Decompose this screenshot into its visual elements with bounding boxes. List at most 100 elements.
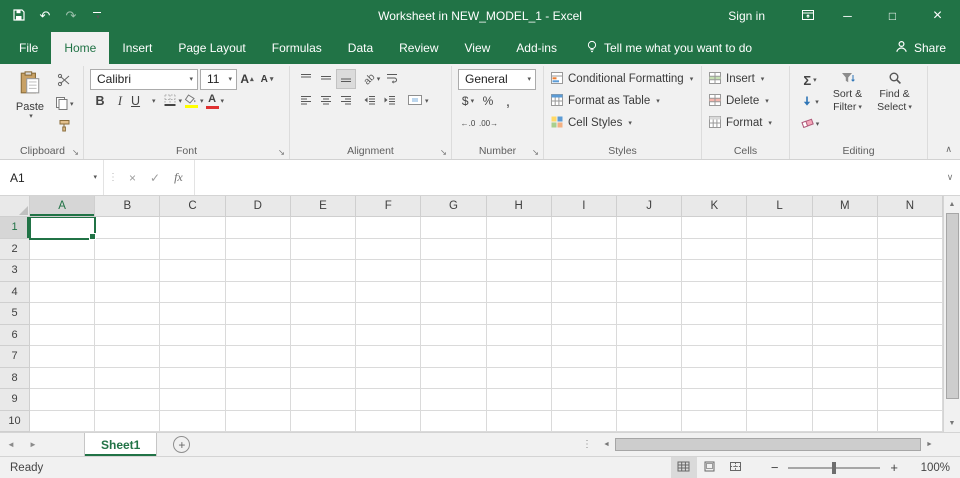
zoom-out-button[interactable]: − (765, 460, 785, 475)
cell-A3[interactable] (30, 260, 96, 282)
row-header-5[interactable]: 5 (0, 303, 30, 325)
cell-D4[interactable] (225, 281, 291, 303)
cell-C8[interactable] (160, 367, 226, 389)
tab-scroll-divider[interactable]: ⋮ (576, 433, 598, 456)
cell-I3[interactable] (551, 260, 617, 282)
cell-C3[interactable] (160, 260, 226, 282)
tab-view[interactable]: View (452, 32, 504, 64)
zoom-in-button[interactable]: + (884, 460, 904, 475)
cell-N6[interactable] (877, 324, 943, 346)
cell-N7[interactable] (877, 346, 943, 368)
cell-N5[interactable] (877, 303, 943, 325)
zoom-level[interactable]: 100% (912, 462, 950, 474)
scroll-down-button[interactable]: ▼ (944, 415, 960, 432)
cell-B5[interactable] (95, 303, 161, 325)
cell-L1[interactable] (747, 217, 813, 239)
decrease-decimal-button[interactable]: .00→ (478, 113, 499, 133)
cell-K9[interactable] (682, 389, 748, 411)
cell-H6[interactable] (486, 324, 552, 346)
horizontal-scrollbar[interactable]: ◄ ► (598, 433, 938, 456)
cell-N8[interactable] (877, 367, 943, 389)
cell-B1[interactable] (95, 217, 161, 239)
cell-C7[interactable] (160, 346, 226, 368)
tab-review[interactable]: Review (386, 32, 451, 64)
column-header-K[interactable]: K (682, 196, 748, 217)
column-header-I[interactable]: I (551, 196, 617, 217)
cell-N10[interactable] (877, 410, 943, 432)
row-header-8[interactable]: 8 (0, 367, 30, 389)
page-break-preview-button[interactable] (723, 457, 749, 478)
cell-J4[interactable] (616, 281, 683, 303)
cell-I5[interactable] (551, 303, 617, 325)
cell-D5[interactable] (225, 303, 291, 325)
cell-E5[interactable] (290, 303, 357, 325)
cell-C5[interactable] (160, 303, 226, 325)
cell-H7[interactable] (486, 346, 552, 368)
column-header-N[interactable]: N (877, 196, 944, 217)
decrease-indent-button[interactable] (360, 91, 380, 111)
cell-J5[interactable] (616, 303, 683, 325)
cell-A2[interactable] (30, 238, 96, 260)
cell-E4[interactable] (290, 281, 357, 303)
cell-H1[interactable] (486, 217, 552, 239)
cell-J3[interactable] (616, 260, 683, 282)
column-header-H[interactable]: H (486, 196, 552, 217)
cell-K7[interactable] (682, 346, 748, 368)
vertical-scroll-thumb[interactable] (945, 213, 959, 399)
decrease-font-size-button[interactable]: A ▾ (257, 69, 277, 89)
fill-color-button[interactable]: ▾ (183, 91, 205, 111)
cell-D9[interactable] (225, 389, 291, 411)
cell-E8[interactable] (290, 367, 357, 389)
cell-D10[interactable] (225, 410, 291, 432)
clipboard-dialog-launcher[interactable]: ↘ (72, 147, 79, 157)
delete-cells-button[interactable]: Delete ▾ (708, 90, 783, 112)
cell-K2[interactable] (682, 238, 748, 260)
row-header-10[interactable]: 10 (0, 410, 30, 432)
tell-me-box[interactable]: Tell me what you want to do (586, 32, 752, 64)
cell-I2[interactable] (551, 238, 617, 260)
row-header-7[interactable]: 7 (0, 346, 30, 368)
align-left-button[interactable] (296, 91, 316, 111)
column-header-A[interactable]: A (30, 196, 96, 217)
cell-N4[interactable] (877, 281, 943, 303)
cell-F8[interactable] (356, 367, 422, 389)
collapse-ribbon-button[interactable]: ∧ (945, 144, 952, 155)
tab-insert[interactable]: Insert (109, 32, 165, 64)
cell-B7[interactable] (95, 346, 161, 368)
cell-J7[interactable] (616, 346, 683, 368)
cell-F2[interactable] (356, 238, 422, 260)
align-center-button[interactable] (316, 91, 336, 111)
cell-H9[interactable] (486, 389, 552, 411)
cut-button[interactable] (54, 71, 75, 91)
cell-L6[interactable] (747, 324, 813, 346)
cell-D3[interactable] (225, 260, 291, 282)
cell-C2[interactable] (160, 238, 226, 260)
cell-H4[interactable] (486, 281, 552, 303)
font-color-button[interactable]: A ▾ (205, 91, 226, 111)
undo-button[interactable]: ↶ (34, 5, 56, 27)
cell-I8[interactable] (551, 367, 617, 389)
cell-B6[interactable] (95, 324, 161, 346)
cell-J10[interactable] (616, 410, 683, 432)
column-header-C[interactable]: C (160, 196, 226, 217)
cell-D8[interactable] (225, 367, 291, 389)
insert-function-button[interactable]: fx (167, 160, 195, 195)
cell-L9[interactable] (747, 389, 813, 411)
cell-G1[interactable] (421, 217, 487, 239)
normal-view-button[interactable] (670, 457, 697, 478)
column-header-B[interactable]: B (95, 196, 161, 217)
row-header-9[interactable]: 9 (0, 389, 30, 411)
select-all-button[interactable] (0, 196, 30, 217)
scroll-right-button[interactable]: ► (921, 436, 938, 453)
cell-H5[interactable] (486, 303, 552, 325)
cell-M10[interactable] (812, 410, 878, 432)
column-header-G[interactable]: G (421, 196, 487, 217)
cell-L3[interactable] (747, 260, 813, 282)
expand-formula-bar-button[interactable]: ∨ (940, 160, 960, 195)
cell-E9[interactable] (290, 389, 357, 411)
cell-B9[interactable] (95, 389, 161, 411)
cell-F6[interactable] (356, 324, 422, 346)
number-format-select[interactable]: General ▾ (458, 68, 536, 90)
cell-I7[interactable] (551, 346, 617, 368)
cell-F7[interactable] (356, 346, 422, 368)
